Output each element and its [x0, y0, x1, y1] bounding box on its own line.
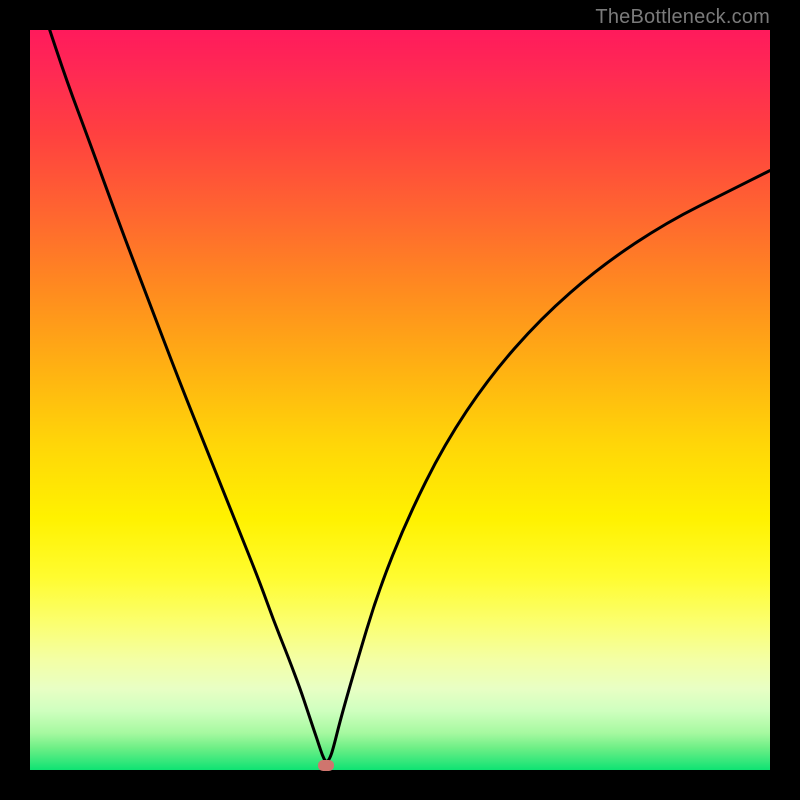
curve-path — [30, 0, 770, 761]
minimum-marker — [318, 760, 334, 771]
plot-area — [30, 30, 770, 770]
chart-frame: TheBottleneck.com — [0, 0, 800, 800]
bottleneck-curve — [30, 30, 770, 770]
watermark-text: TheBottleneck.com — [595, 6, 770, 29]
